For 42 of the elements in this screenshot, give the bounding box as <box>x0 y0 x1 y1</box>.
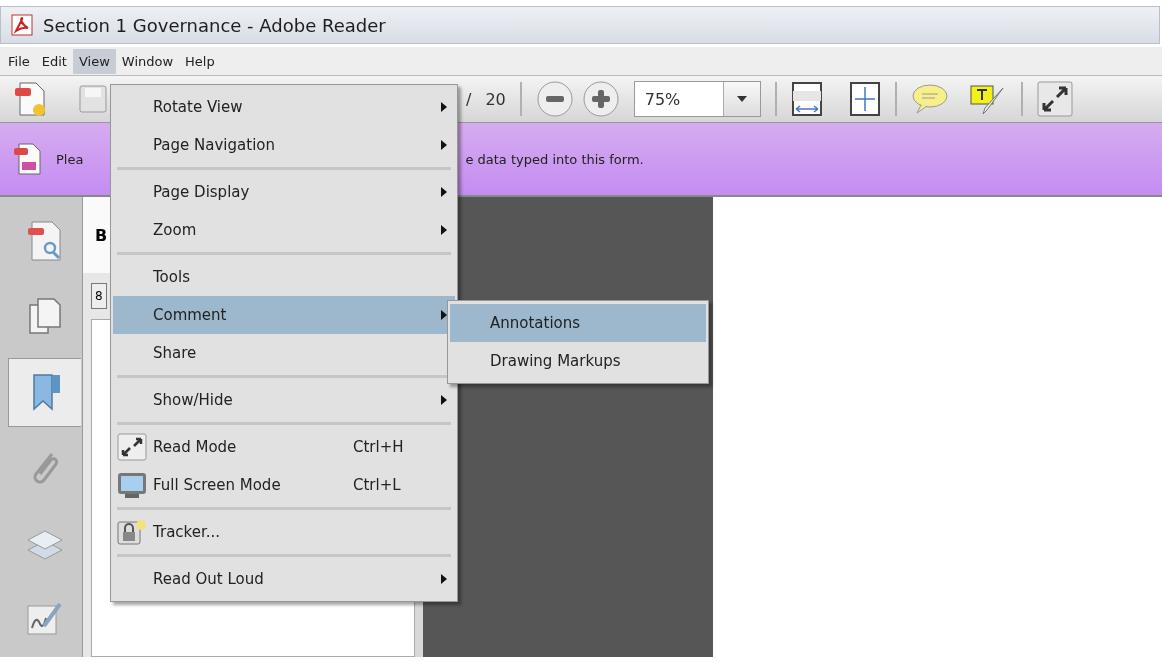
menu-item[interactable]: Annotations <box>450 304 706 342</box>
menu-item[interactable]: Rotate View <box>113 88 455 126</box>
create-document-icon[interactable] <box>12 80 48 118</box>
menu-item[interactable]: Comment <box>113 296 455 334</box>
monitor-icon <box>117 471 147 499</box>
menu-item[interactable]: Full Screen Mode Ctrl+L <box>113 466 455 504</box>
zoom-in-icon[interactable] <box>581 80 620 118</box>
fit-page-icon[interactable] <box>848 81 881 117</box>
menu-item[interactable]: Read Mode Ctrl+H <box>113 428 455 466</box>
menu-item[interactable]: Show/Hide <box>113 381 455 419</box>
shortcut-label: Ctrl+H <box>353 438 405 456</box>
menu-item[interactable]: Edit <box>35 48 73 74</box>
zoom-out-icon[interactable] <box>535 80 574 118</box>
lock-icon <box>117 518 147 546</box>
menu-item[interactable]: Help <box>179 48 221 74</box>
shortcut-label: Ctrl+L <box>353 476 402 494</box>
menu-item[interactable]: File <box>2 48 36 74</box>
menu-item[interactable]: Page Display <box>113 173 455 211</box>
menu-item[interactable]: Tools <box>113 258 455 296</box>
menu-item[interactable]: Tracker... <box>113 513 455 551</box>
page-count: 20 <box>485 89 506 109</box>
page-separator: / <box>466 89 472 109</box>
bookmark-icon[interactable] <box>8 357 81 427</box>
panel-title: B <box>95 225 108 245</box>
window-title: Section 1 Governance - Adobe Reader <box>43 14 386 36</box>
expand-icon[interactable] <box>1036 81 1073 117</box>
menu-item[interactable]: Read Out Loud <box>113 560 455 598</box>
fit-width-icon[interactable] <box>790 81 823 117</box>
options-button[interactable]: 8 <box>91 283 107 309</box>
menu-item[interactable]: Page Navigation <box>113 126 455 164</box>
speech-bubble-icon[interactable] <box>910 83 949 115</box>
menu-item[interactable]: Window <box>115 48 180 74</box>
expand-icon <box>117 433 147 461</box>
zoom-field[interactable]: 75% <box>633 81 761 117</box>
menu-item[interactable]: Drawing Markups <box>450 342 706 380</box>
notification-text: e data typed into this form. <box>465 151 644 167</box>
pdf-icon <box>11 14 33 36</box>
menu-item[interactable]: View <box>72 48 116 74</box>
notification-text: Plea <box>56 151 84 167</box>
dropdown-arrow-icon <box>736 96 747 102</box>
menu-item[interactable]: Zoom <box>113 211 455 249</box>
document-icon <box>12 142 42 176</box>
